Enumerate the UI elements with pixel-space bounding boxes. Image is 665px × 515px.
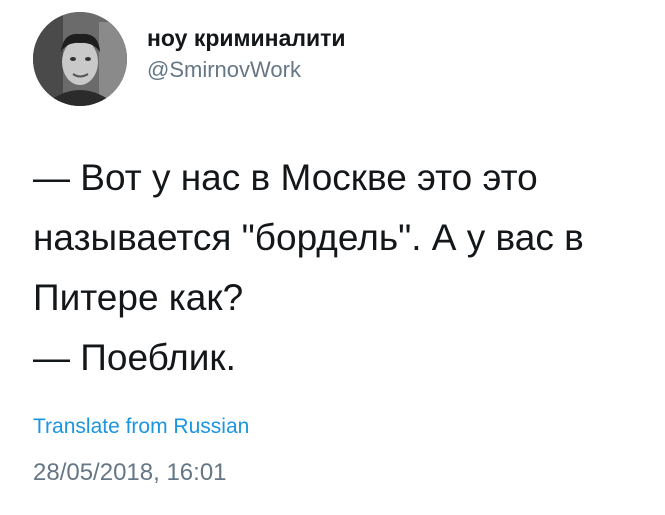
tweet-text-line: — Поеблик. [33,337,236,378]
tweet-text-line: — Вот у нас в Москве это это называется … [33,157,584,318]
tweet-card: ноу криминалити @SmirnovWork — Вот у нас… [0,0,665,515]
author-display-name[interactable]: ноу криминалити [147,24,346,52]
avatar[interactable] [33,12,127,106]
author-handle[interactable]: @SmirnovWork [147,56,346,84]
tweet-timestamp[interactable]: 28/05/2018, 16:01 [33,458,227,488]
translate-link[interactable]: Translate from Russian [33,414,249,440]
author-block: ноу криминалити @SmirnovWork [147,24,346,84]
avatar-image [33,12,127,106]
tweet-text: — Вот у нас в Москве это это называется … [33,148,643,388]
